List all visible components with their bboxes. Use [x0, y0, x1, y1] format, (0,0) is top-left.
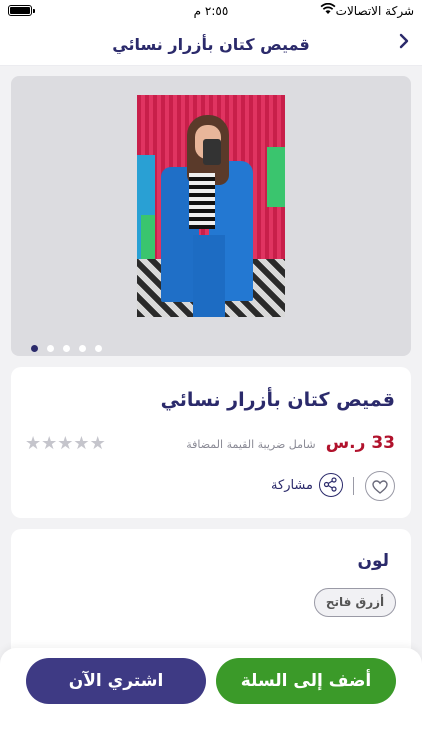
page-title: قميص كتان بأزرار نسائي — [112, 35, 310, 54]
star-icon: ★ — [73, 433, 90, 454]
color-chip[interactable]: أزرق فاتح — [314, 588, 396, 617]
divider — [353, 477, 354, 495]
clock: ٢:٥٥ م — [193, 4, 229, 18]
chevron-right-icon[interactable] — [398, 32, 410, 55]
price-row: 33 ر.س شامل ضريبة القيمة المضافة — [186, 433, 395, 453]
product-gallery[interactable] — [11, 76, 411, 356]
bottom-action-bar: أضف إلى السلة اشتري الآن — [0, 648, 422, 750]
gallery-pagination[interactable] — [31, 337, 111, 356]
share-icon[interactable] — [319, 473, 343, 497]
rating-stars: ★★★★★ — [25, 433, 106, 454]
price-amount: 33 ر.س — [325, 433, 395, 453]
add-to-cart-button[interactable]: أضف إلى السلة — [216, 658, 396, 704]
product-info-card: قميص كتان بأزرار نسائي 33 ر.س شامل ضريبة… — [11, 367, 411, 518]
pagination-dot[interactable] — [95, 345, 102, 352]
pagination-dot[interactable] — [31, 345, 38, 352]
pagination-dot[interactable] — [63, 345, 70, 352]
share-label[interactable]: مشاركة — [271, 478, 313, 493]
star-icon: ★ — [25, 433, 42, 454]
star-icon: ★ — [57, 433, 74, 454]
color-label: لون — [357, 551, 389, 571]
heart-icon[interactable] — [365, 471, 395, 501]
status-bar: شركة الاتصالات ٢:٥٥ م — [0, 0, 422, 22]
pagination-dot[interactable] — [47, 345, 54, 352]
battery-icon — [8, 5, 35, 16]
pagination-dot[interactable] — [79, 345, 86, 352]
star-icon: ★ — [89, 433, 106, 454]
buy-now-button[interactable]: اشتري الآن — [26, 658, 206, 704]
product-title: قميص كتان بأزرار نسائي — [160, 389, 395, 411]
star-icon: ★ — [41, 433, 58, 454]
vat-note: شامل ضريبة القيمة المضافة — [186, 438, 316, 451]
product-photo[interactable] — [137, 95, 285, 317]
top-bar: قميص كتان بأزرار نسائي — [0, 22, 422, 66]
